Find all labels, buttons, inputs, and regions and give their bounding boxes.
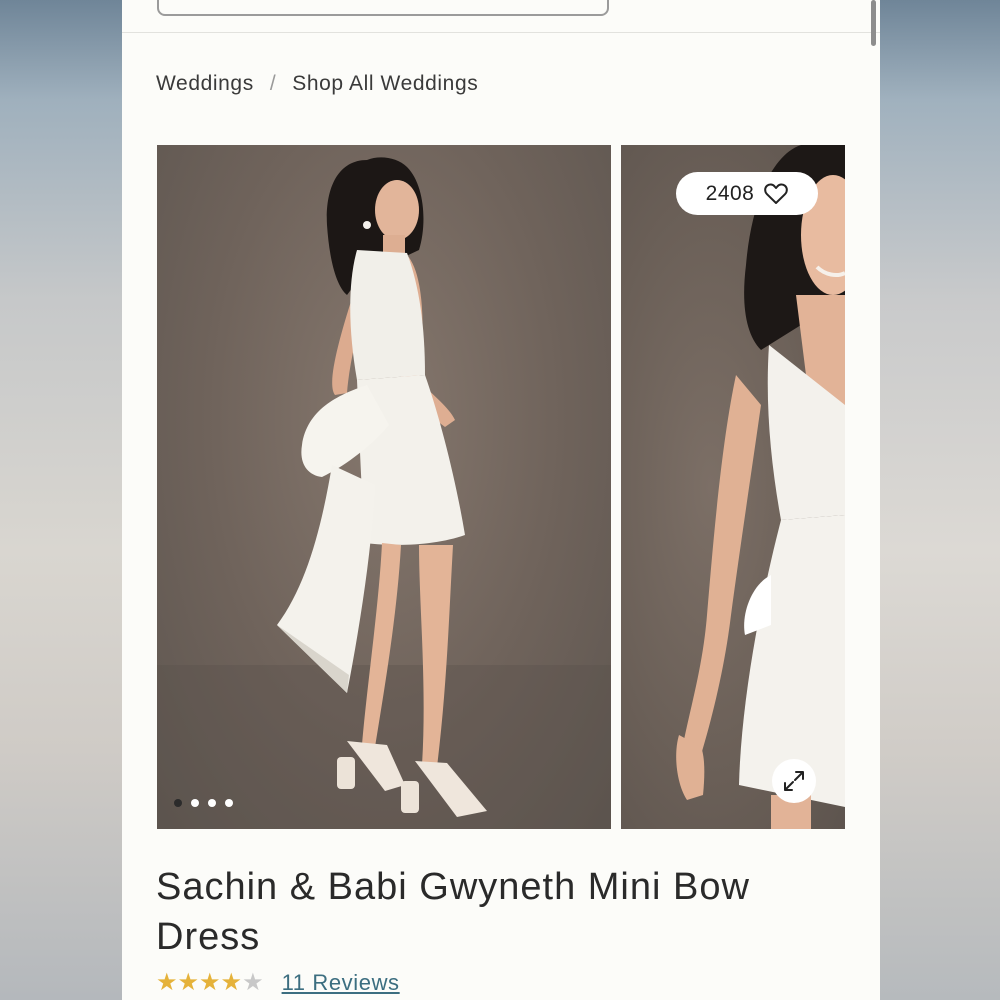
blurred-margin-right (880, 0, 1000, 1000)
scrollbar[interactable] (871, 0, 876, 46)
search-input[interactable] (157, 0, 609, 16)
star-empty-icon: ★ (242, 969, 264, 996)
carousel-dots (174, 799, 233, 807)
breadcrumb-separator: / (269, 72, 277, 95)
carousel-dot[interactable] (225, 799, 233, 807)
expand-image-button[interactable] (772, 759, 816, 803)
product-image-main[interactable] (157, 145, 611, 829)
carousel-dot[interactable] (174, 799, 182, 807)
product-image-secondary[interactable] (621, 145, 845, 829)
like-count: 2408 (705, 181, 755, 205)
product-page: Weddings / Shop All Weddings 2408 Sachin… (122, 0, 880, 1000)
star-icon: ★ (220, 969, 243, 996)
header-divider (122, 32, 880, 33)
breadcrumb-shop-all-weddings[interactable]: Shop All Weddings (292, 72, 478, 95)
expand-icon (784, 771, 804, 791)
carousel-dot[interactable] (208, 799, 216, 807)
product-rating: ★ ★ ★ ★ ★ 11 Reviews (156, 968, 400, 998)
star-icon: ★ (177, 969, 200, 996)
star-icon: ★ (199, 969, 221, 996)
carousel-dot[interactable] (191, 799, 199, 807)
heart-icon (764, 183, 789, 204)
reviews-link[interactable]: 11 Reviews (282, 970, 400, 996)
product-title: Sachin & Babi Gwyneth Mini Bow Dress (156, 866, 750, 958)
model-front-view-illustration (676, 145, 845, 829)
star-rating: ★ ★ ★ ★ ★ (156, 968, 264, 998)
breadcrumb-weddings[interactable]: Weddings (156, 72, 254, 95)
like-button[interactable]: 2408 (676, 172, 818, 215)
blurred-margin-left (0, 0, 122, 1000)
model-back-view-illustration (157, 157, 611, 829)
star-icon: ★ (156, 969, 178, 996)
breadcrumb: Weddings / Shop All Weddings (156, 72, 478, 96)
